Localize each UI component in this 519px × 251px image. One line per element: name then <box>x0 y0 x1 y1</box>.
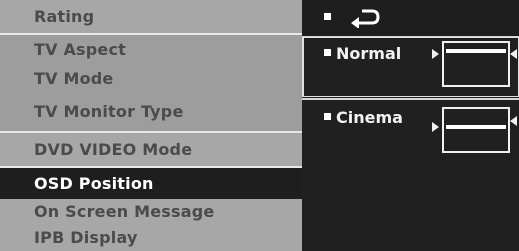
selected-option-frame <box>302 37 519 97</box>
menu-item-label: OSD Position <box>34 174 154 193</box>
option-cinema[interactable]: Cinema <box>324 108 403 127</box>
menu-item-label: On Screen Message <box>34 202 215 221</box>
menu-item-label: DVD VIDEO Mode <box>34 140 193 159</box>
menu-item-on-screen-message[interactable]: On Screen Message <box>0 199 302 225</box>
menu-item-osd-position[interactable]: OSD Position <box>0 168 302 199</box>
menu-item-dvd-video-mode[interactable]: DVD VIDEO Mode <box>0 133 302 166</box>
bullet-icon <box>324 13 331 20</box>
menu-item-tv-aspect[interactable]: TV Aspect <box>0 35 302 64</box>
menu-item-label: TV Mode <box>34 69 114 88</box>
menu-item-tv-monitor-type[interactable]: TV Monitor Type <box>0 93 302 131</box>
tv-frame-icon <box>442 107 510 153</box>
menu-item-label: Rating <box>34 7 95 26</box>
bullet-icon <box>324 113 331 120</box>
menu-item-label: TV Monitor Type <box>34 102 184 121</box>
menu-item-label: IPB Display <box>34 228 138 247</box>
menu-item-rating[interactable]: Rating <box>0 0 302 33</box>
osd-menu-screen: Rating TV Aspect TV Mode TV Monitor Type… <box>0 0 519 251</box>
menu-item-ipb-display[interactable]: IPB Display <box>0 225 302 251</box>
panel-header <box>302 0 519 38</box>
arrow-left-icon <box>510 116 517 126</box>
return-arrow-icon[interactable] <box>348 8 382 28</box>
settings-menu: Rating TV Aspect TV Mode TV Monitor Type… <box>0 0 302 251</box>
menu-item-label: TV Aspect <box>34 40 127 59</box>
arrow-right-icon <box>432 122 439 132</box>
osd-bar-icon <box>446 125 506 129</box>
menu-item-tv-mode[interactable]: TV Mode <box>0 64 302 93</box>
panel-divider <box>302 98 519 100</box>
option-label: Cinema <box>336 108 403 127</box>
